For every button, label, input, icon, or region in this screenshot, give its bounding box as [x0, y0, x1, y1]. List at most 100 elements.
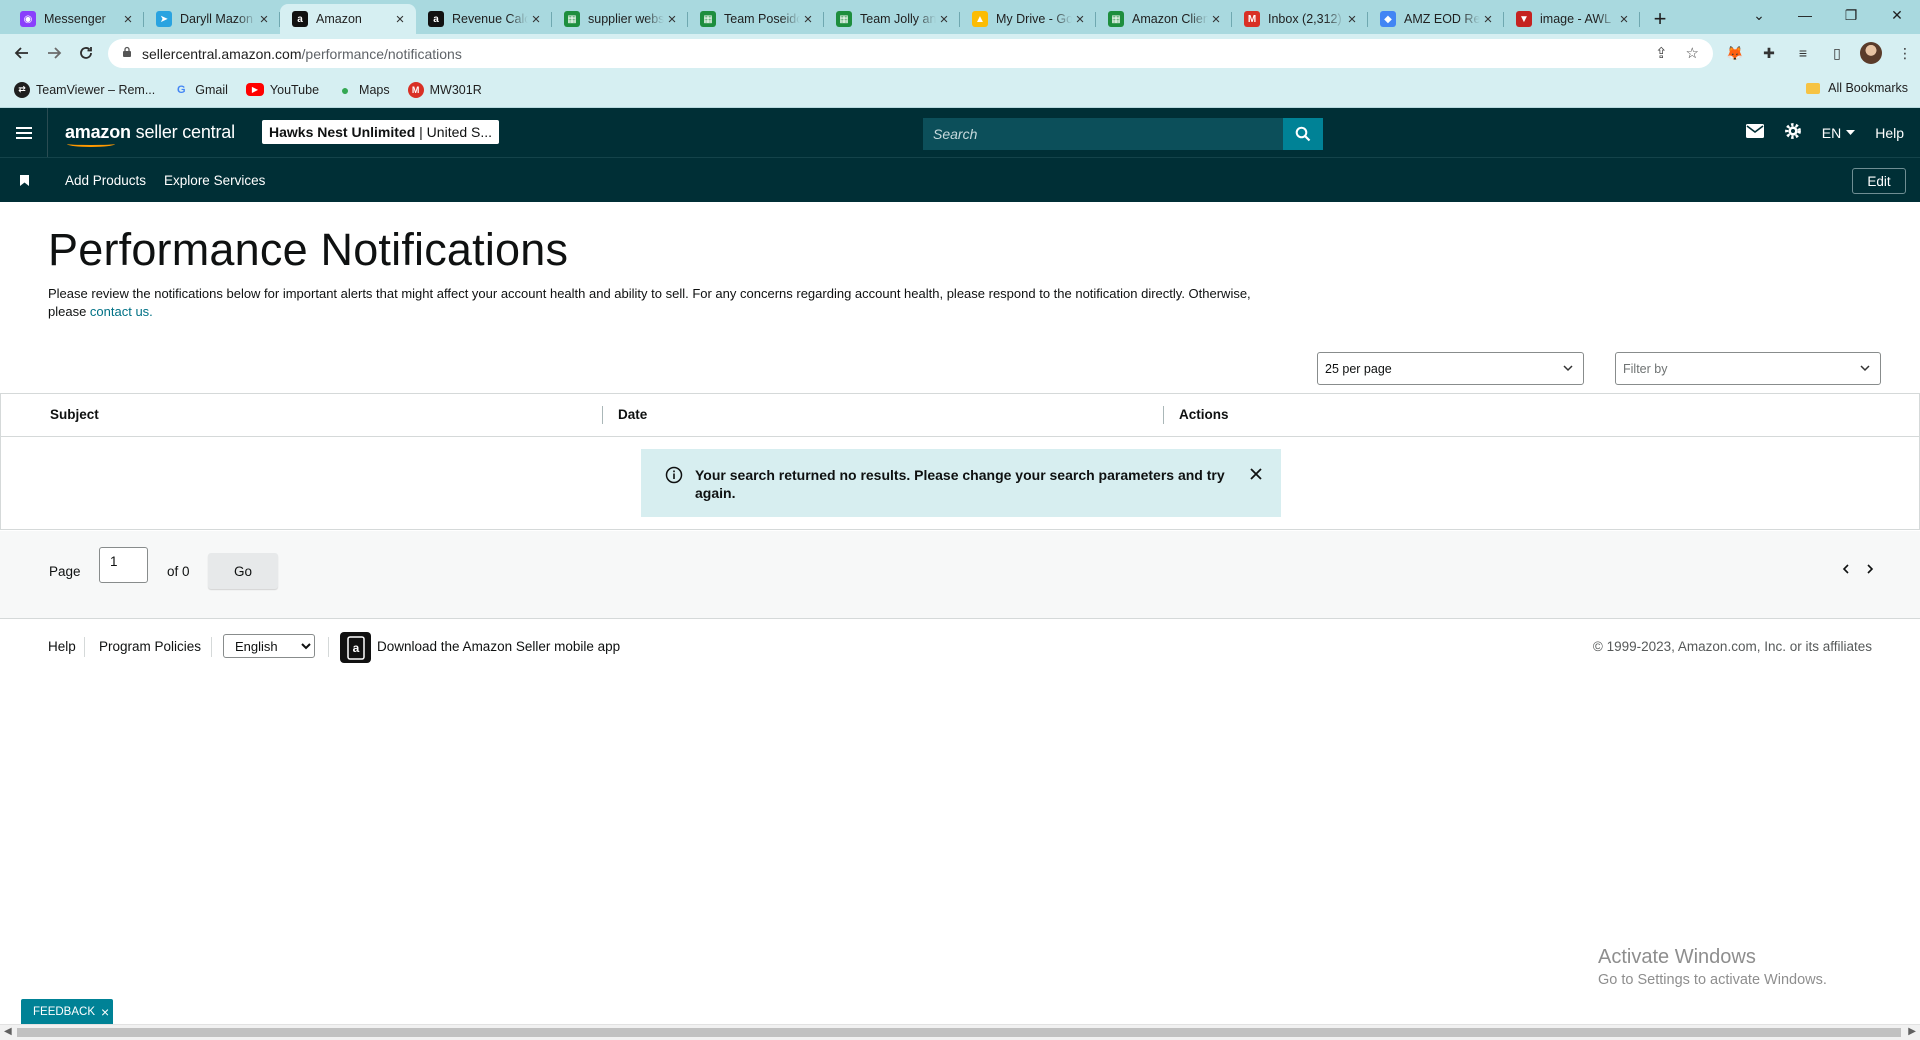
back-icon[interactable] — [8, 39, 36, 67]
scroll-right-icon[interactable]: ▶ — [1908, 1026, 1916, 1037]
close-icon[interactable]: × — [101, 1004, 109, 1020]
bookmark-mw301r[interactable]: M MW301R — [407, 81, 482, 98]
account-switcher[interactable]: Hawks Nest Unlimited | United S... — [262, 120, 500, 144]
new-tab-button[interactable]: + — [1644, 4, 1676, 34]
column-subject[interactable]: Subject — [50, 407, 99, 422]
download-app-link[interactable]: Download the Amazon Seller mobile app — [377, 639, 620, 654]
bookmark-teamviewer[interactable]: ⇄ TeamViewer – Rem... — [14, 81, 155, 98]
close-tab-icon[interactable]: × — [1208, 11, 1224, 28]
pager-arrows — [1840, 563, 1876, 575]
footer-divider — [84, 637, 85, 657]
horizontal-scrollbar[interactable]: ◀ ▶ — [0, 1024, 1920, 1040]
all-bookmarks[interactable]: All Bookmarks — [1806, 81, 1908, 95]
next-page-icon[interactable] — [1864, 563, 1876, 575]
browser-tab[interactable]: a Revenue Calculator× — [416, 4, 552, 34]
scroll-left-icon[interactable]: ◀ — [4, 1026, 12, 1037]
browser-tab[interactable]: ▦ Team Poseidon× — [688, 4, 824, 34]
side-panel-icon[interactable]: ▯ — [1826, 42, 1848, 64]
settings-gear-icon[interactable] — [1784, 122, 1802, 143]
minimize-icon[interactable]: — — [1782, 0, 1828, 30]
subnav-explore-services[interactable]: Explore Services — [164, 173, 265, 188]
go-button[interactable]: Go — [208, 553, 278, 589]
close-tab-icon[interactable]: × — [528, 11, 544, 28]
footer-program-policies-link[interactable]: Program Policies — [99, 639, 201, 654]
search-button[interactable] — [1283, 118, 1323, 150]
page-intro: Please review the notifications below fo… — [48, 286, 1251, 319]
browser-tab[interactable]: ▼ image - AWL × — [1504, 4, 1640, 34]
metamask-icon[interactable]: 🦊 — [1724, 42, 1746, 64]
tab-title: Revenue Calculator — [452, 12, 528, 26]
profile-avatar[interactable] — [1860, 42, 1882, 64]
restore-icon[interactable]: ❐ — [1828, 0, 1874, 30]
close-icon[interactable] — [1248, 466, 1264, 482]
close-tab-icon[interactable]: × — [1616, 11, 1632, 28]
help-link[interactable]: Help — [1875, 125, 1904, 141]
menu-hamburger-icon[interactable] — [0, 108, 48, 157]
close-tab-icon[interactable]: × — [392, 11, 408, 28]
close-tab-icon[interactable]: × — [256, 11, 272, 28]
site-info-icon[interactable] — [122, 46, 132, 61]
address-bar[interactable]: sellercentral.amazon.com/performance/not… — [108, 39, 1713, 68]
search-input[interactable] — [923, 118, 1283, 150]
scrollbar-thumb[interactable] — [17, 1028, 1901, 1037]
close-tab-icon[interactable]: × — [664, 11, 680, 28]
sheets-icon: ▦ — [1108, 11, 1124, 27]
bookmark-gmail[interactable]: G Gmail — [173, 82, 228, 98]
close-tab-icon[interactable]: × — [1072, 11, 1088, 28]
close-tab-icon[interactable]: × — [120, 11, 136, 28]
tab-title: Inbox (2,312) — [1268, 12, 1342, 26]
close-tab-icon[interactable]: × — [936, 11, 952, 28]
sheets-icon: ▦ — [564, 11, 580, 27]
previous-page-icon[interactable] — [1840, 563, 1852, 575]
tab-list: ◉ Messenger × ➤ Daryll Mazon × a Amazon × a Revenu… — [8, 4, 1640, 34]
browser-tab[interactable]: a Amazon × — [280, 4, 416, 34]
bookmark-maps[interactable]: ● Maps — [337, 82, 390, 98]
close-tab-icon[interactable]: × — [1480, 11, 1496, 28]
browser-tab[interactable]: ◉ Messenger × — [8, 4, 144, 34]
sheets-icon: ▦ — [700, 11, 716, 27]
close-window-icon[interactable]: ✕ — [1874, 0, 1920, 30]
share-icon[interactable]: ⇪ — [1655, 44, 1668, 62]
amazon-seller-app-icon[interactable]: a — [340, 632, 371, 663]
browser-tab[interactable]: ▦ Team Jolly and × — [824, 4, 960, 34]
activate-windows-watermark: Activate Windows Go to Settings to activ… — [1598, 946, 1827, 988]
bookmark-youtube[interactable]: ▶ YouTube — [245, 83, 319, 97]
browser-tab[interactable]: ▦ supplier website× — [552, 4, 688, 34]
footer-help-link[interactable]: Help — [48, 639, 76, 654]
column-divider — [1163, 406, 1164, 424]
browser-tab[interactable]: ➤ Daryll Mazon × — [144, 4, 280, 34]
feedback-button[interactable]: FEEDBACK × — [21, 999, 113, 1024]
language-selector[interactable]: EN — [1822, 125, 1856, 141]
mail-icon[interactable] — [1745, 124, 1764, 141]
column-actions[interactable]: Actions — [1179, 407, 1229, 422]
tab-search-icon[interactable]: ⌄ — [1736, 0, 1782, 30]
page-total: of 0 — [167, 564, 190, 579]
seller-central-logo[interactable]: amazon seller central — [65, 122, 235, 147]
browser-tab[interactable]: ◆ AMZ EOD Report× — [1368, 4, 1504, 34]
close-tab-icon[interactable]: × — [800, 11, 816, 28]
contact-us-link[interactable]: contact us. — [90, 304, 153, 319]
bookmark-icon[interactable] — [0, 174, 48, 186]
per-page-select[interactable]: 25 per page — [1317, 352, 1584, 385]
edit-nav-button[interactable]: Edit — [1852, 168, 1906, 194]
chrome-menu-icon[interactable]: ⋮ — [1894, 42, 1916, 64]
seller-central-header: amazon seller central Hawks Nest Unlimit… — [0, 108, 1920, 157]
close-tab-icon[interactable]: × — [1344, 11, 1360, 28]
browser-tab[interactable]: ▲ My Drive - Google× — [960, 4, 1096, 34]
pagination-bar: Page of 0 Go — [0, 531, 1920, 619]
no-results-alert: Your search returned no results. Please … — [641, 449, 1281, 517]
footer-language-select[interactable]: English — [223, 634, 315, 658]
svg-text:a: a — [352, 641, 359, 655]
media-queue-icon[interactable]: ≡ — [1792, 42, 1814, 64]
tab-title: Amazon Clients — [1132, 12, 1208, 26]
subnav-add-products[interactable]: Add Products — [65, 173, 146, 188]
browser-tab[interactable]: ▦ Amazon Clients× — [1096, 4, 1232, 34]
browser-tab[interactable]: M Inbox (2,312) × — [1232, 4, 1368, 34]
page-number-input[interactable] — [99, 547, 148, 583]
column-date[interactable]: Date — [618, 407, 647, 422]
bookmark-star-icon[interactable]: ☆ — [1686, 44, 1699, 62]
forward-icon[interactable] — [40, 39, 68, 67]
reload-icon[interactable] — [72, 39, 100, 67]
extensions-puzzle-icon[interactable]: ✚ — [1758, 42, 1780, 64]
filter-select[interactable]: Filter by — [1615, 352, 1881, 385]
